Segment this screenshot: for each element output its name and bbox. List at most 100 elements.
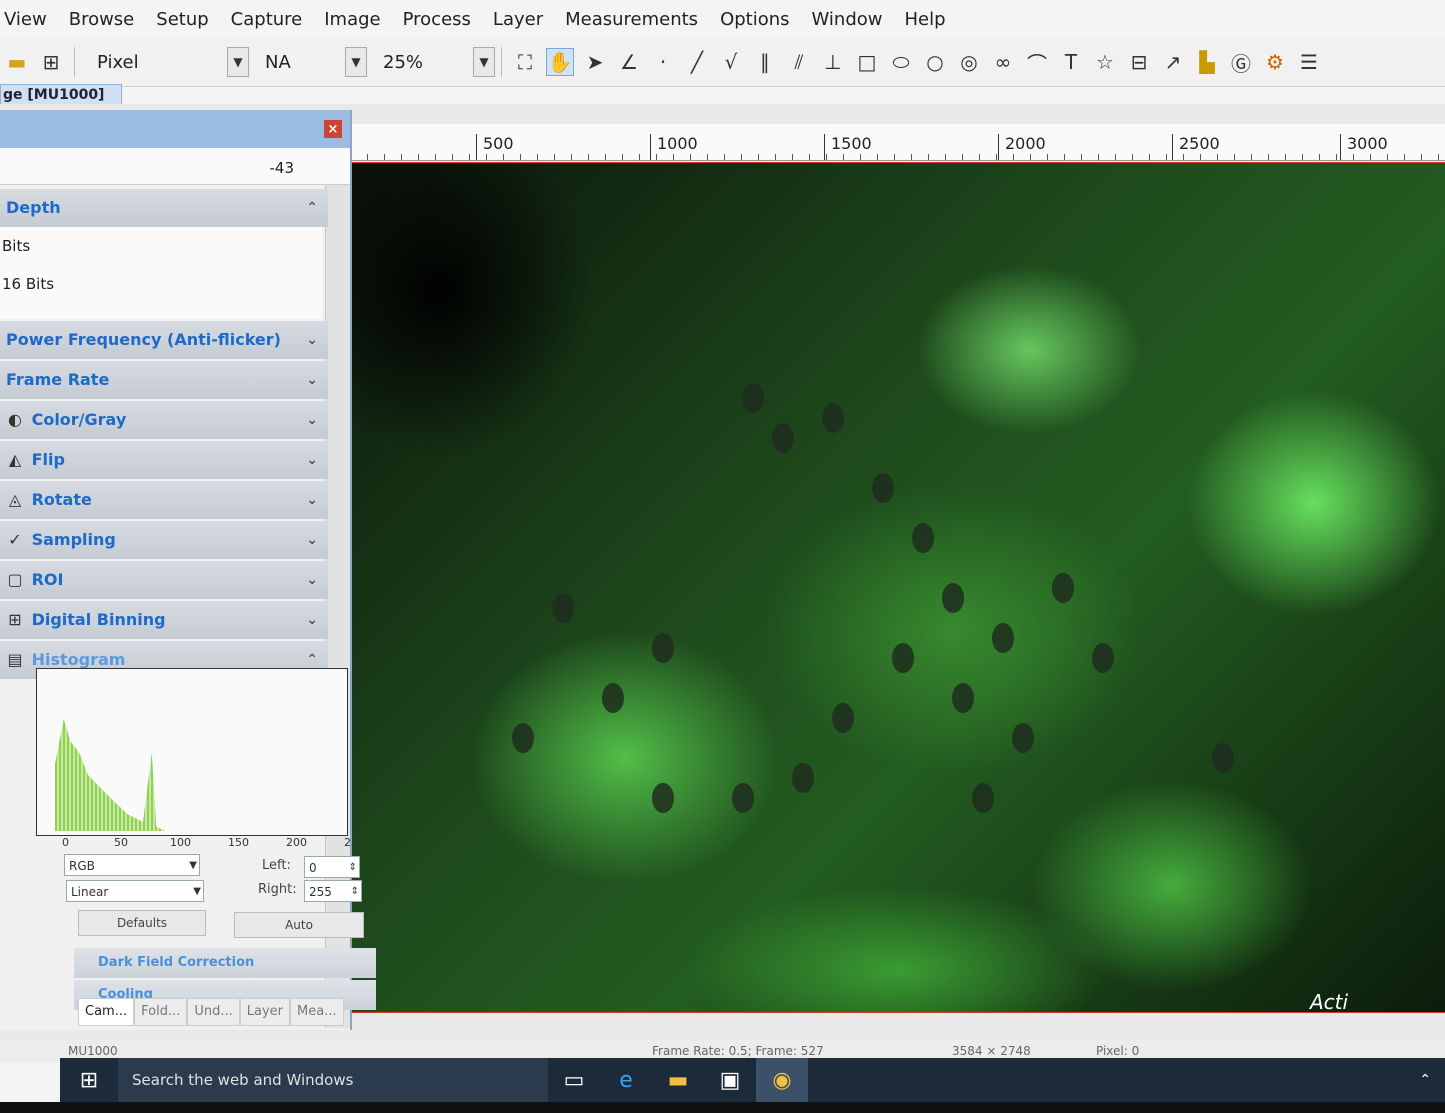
cell-nucleus [822, 403, 844, 433]
align-icon[interactable]: ☰ [1296, 49, 1322, 75]
tab-measurements[interactable]: Mea... [290, 998, 344, 1026]
tab-layer[interactable]: Layer [239, 998, 290, 1026]
circle-icon[interactable]: ○ [922, 49, 948, 75]
menu-layer[interactable]: Layer [493, 9, 543, 30]
tab-folder[interactable]: Fold... [134, 998, 188, 1026]
cell-nucleus [1012, 723, 1034, 753]
perpendicular-icon[interactable]: ⊥ [820, 49, 846, 75]
chevron-down-icon[interactable]: ⌄ [306, 441, 318, 479]
multi-lines-icon[interactable]: ⫽ [786, 49, 812, 75]
menu-image[interactable]: Image [324, 9, 380, 30]
left-input[interactable]: 0 ⇕ [304, 856, 360, 878]
open-folder-icon[interactable]: ▬ [4, 49, 30, 75]
taskbar-search[interactable]: Search the web and Windows [118, 1058, 548, 1102]
line-icon[interactable]: ╱ [684, 49, 710, 75]
section-roi[interactable]: ▢ ROI ⌄ [0, 561, 328, 599]
pointer-icon[interactable]: ➤ [582, 49, 608, 75]
stepper-icon[interactable]: ⇕ [351, 881, 359, 903]
right-input[interactable]: 255 ⇕ [304, 880, 362, 902]
scale-bar-icon[interactable]: ⊟ [1126, 49, 1152, 75]
menu-window[interactable]: Window [812, 9, 883, 30]
microscope-image[interactable] [352, 163, 1445, 1013]
point-icon[interactable]: · [650, 49, 676, 75]
crop-select-icon[interactable]: ⛶ [512, 49, 538, 75]
arrow-icon[interactable]: ↗ [1160, 49, 1186, 75]
menu-browse[interactable]: Browse [69, 9, 135, 30]
defaults-button[interactable]: Defaults [78, 910, 206, 936]
section-flip[interactable]: ◭ Flip ⌄ [0, 441, 328, 479]
histogram-plot[interactable] [36, 668, 348, 836]
link-icon[interactable]: ∞ [990, 49, 1016, 75]
measure-icon[interactable]: ▙ [1194, 49, 1220, 75]
windows-start-icon[interactable]: ⊞ [60, 1058, 118, 1102]
section-digital-binning[interactable]: ⊞ Digital Binning ⌄ [0, 601, 328, 639]
menu-capture[interactable]: Capture [231, 9, 303, 30]
section-label: ROI [31, 570, 64, 589]
section-rotate[interactable]: ◬ Rotate ⌄ [0, 481, 328, 519]
na-select[interactable]: NA ▼ [257, 47, 367, 77]
auto-button[interactable]: Auto [234, 912, 364, 938]
channel-select[interactable]: RGB ▼ [64, 854, 200, 876]
tab-undo[interactable]: Und... [187, 998, 240, 1026]
zoom-select[interactable]: 25% ▼ [375, 47, 495, 77]
menu-measurements[interactable]: Measurements [565, 9, 698, 30]
chevron-down-icon[interactable]: ⌄ [306, 321, 318, 359]
menu-options[interactable]: Options [720, 9, 789, 30]
depth-option-16-bits[interactable]: 16 Bits [0, 265, 322, 303]
chevron-down-icon[interactable]: ⌄ [306, 521, 318, 559]
section-dark-field-correction[interactable]: Dark Field Correction [74, 948, 376, 978]
tab-camera[interactable]: Cam... [78, 998, 135, 1026]
section-depth[interactable]: Depth ⌃ [0, 189, 328, 227]
menu-process[interactable]: Process [403, 9, 471, 30]
file-explorer-icon[interactable]: ▬ [652, 1058, 704, 1102]
close-icon[interactable]: × [324, 120, 342, 138]
ellipse-icon[interactable]: ⬭ [888, 49, 914, 75]
chevron-down-icon[interactable]: ⌄ [306, 561, 318, 599]
cell-nucleus [952, 683, 974, 713]
star-icon[interactable]: ☆ [1092, 49, 1118, 75]
section-sampling[interactable]: ✓ Sampling ⌄ [0, 521, 328, 559]
menu-setup[interactable]: Setup [156, 9, 208, 30]
search-placeholder: Search the web and Windows [132, 1071, 354, 1089]
polyline-icon[interactable]: √ [718, 49, 744, 75]
section-color-gray[interactable]: ◐ Color/Gray ⌄ [0, 401, 328, 439]
scale-select[interactable]: Linear ▼ [66, 880, 204, 902]
angle-icon[interactable]: ∠ [616, 49, 642, 75]
parallel-lines-icon[interactable]: ∥ [752, 49, 778, 75]
cell-nucleus [772, 423, 794, 453]
grid-add-icon[interactable]: ⊞ [38, 49, 64, 75]
chevron-down-icon[interactable]: ⌄ [306, 401, 318, 439]
store-icon[interactable]: ▣ [704, 1058, 756, 1102]
document-tab[interactable]: ge [MU1000] [0, 84, 122, 106]
panel-title-bar: × [0, 110, 350, 148]
depth-option-bits[interactable]: Bits [0, 227, 322, 265]
cell-nucleus [552, 593, 574, 623]
chevron-down-icon[interactable]: ⌄ [306, 361, 318, 399]
chevron-down-icon[interactable]: ▼ [345, 47, 367, 77]
chevron-down-icon[interactable]: ⌄ [306, 481, 318, 519]
edge-browser-icon[interactable]: e [600, 1058, 652, 1102]
menu-view[interactable]: View [4, 9, 47, 30]
section-power-frequency[interactable]: Power Frequency (Anti-flicker) ⌄ [0, 321, 328, 359]
histogram-icon: ▤ [7, 650, 23, 669]
concentric-circle-icon[interactable]: ◎ [956, 49, 982, 75]
stepper-icon[interactable]: ⇕ [349, 857, 357, 879]
camera-app-icon[interactable]: ◉ [756, 1058, 808, 1102]
left-value: 0 [309, 861, 317, 875]
chevron-down-icon[interactable]: ▼ [227, 47, 249, 77]
section-frame-rate[interactable]: Frame Rate ⌄ [0, 361, 328, 399]
menu-help[interactable]: Help [905, 9, 946, 30]
text-icon[interactable]: T [1058, 49, 1084, 75]
calibrate-icon[interactable]: Ⓖ [1228, 49, 1254, 76]
chevron-down-icon[interactable]: ▼ [473, 47, 495, 77]
rectangle-icon[interactable]: □ [854, 49, 880, 75]
hand-pan-icon[interactable]: ✋ [546, 48, 574, 76]
arc-icon[interactable]: ⌒ [1024, 49, 1050, 76]
chevron-down-icon[interactable]: ⌄ [306, 601, 318, 639]
chevron-up-icon[interactable]: ⌃ [306, 189, 318, 227]
settings-icon[interactable]: ⚙ [1262, 49, 1288, 75]
task-view-icon[interactable]: ▭ [548, 1058, 600, 1102]
tray-chevron-icon[interactable]: ⌃ [1419, 1072, 1431, 1088]
cell-nucleus [1092, 643, 1114, 673]
unit-select[interactable]: Pixel ▼ [89, 47, 249, 77]
